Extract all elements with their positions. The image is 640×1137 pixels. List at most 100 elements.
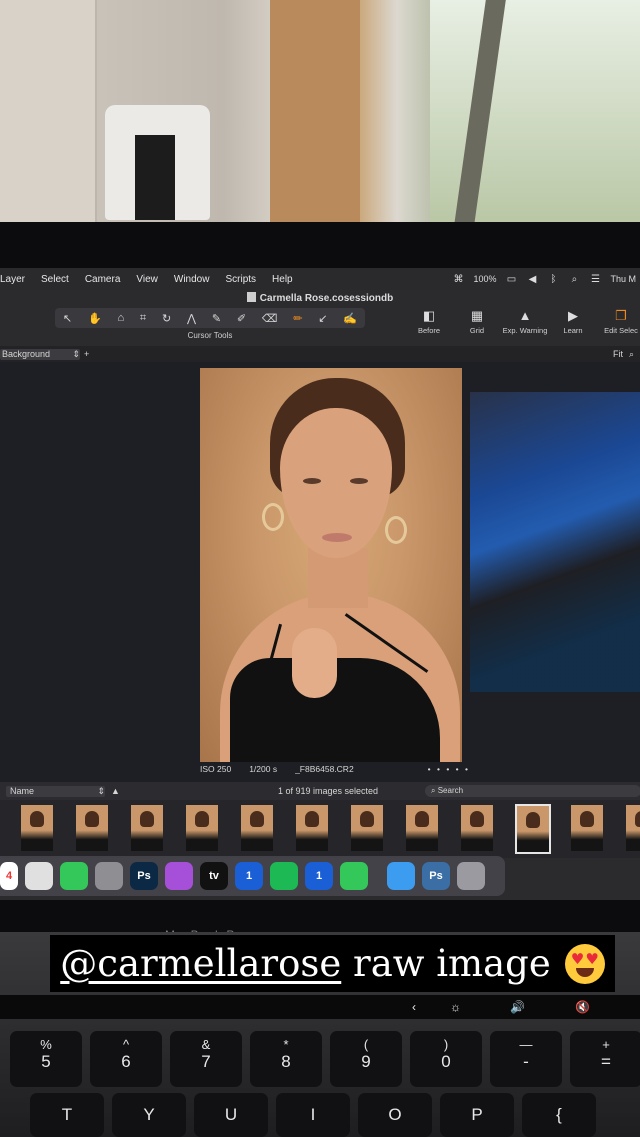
annotate-icon[interactable]: ✍: [343, 312, 357, 325]
dock-app-photoshop[interactable]: Ps: [130, 862, 158, 890]
dock-app-messages[interactable]: [60, 862, 88, 890]
layer-dropdown[interactable]: Background ⇕: [0, 348, 80, 360]
key-2[interactable]: & 7: [170, 1031, 242, 1087]
zoom-fit[interactable]: Fit: [613, 349, 623, 360]
shutter-value: 1/200 s: [249, 764, 278, 774]
key-4[interactable]: (9: [330, 1031, 402, 1087]
caption-text: raw image: [353, 942, 551, 985]
dock-app-apple-tv[interactable]: tv: [200, 862, 228, 890]
zoom-icon[interactable]: ⌕: [629, 349, 634, 360]
rating-dots[interactable]: • • • • •: [428, 764, 470, 774]
gradient-icon[interactable]: ↙: [318, 312, 327, 325]
filmstrip-thumbnail[interactable]: [515, 804, 551, 854]
extension-icon[interactable]: ⌘: [452, 274, 464, 285]
filmstrip-thumbnail[interactable]: [185, 804, 219, 852]
dock-app-chrome[interactable]: [25, 862, 53, 890]
search-icon[interactable]: ⌕: [568, 274, 580, 285]
dock-app-spotify[interactable]: [270, 862, 298, 890]
before-icon: ◧: [422, 308, 436, 323]
dock-app-photoshop-doc[interactable]: Ps: [422, 862, 450, 890]
volume-icon[interactable]: ◀: [526, 274, 538, 285]
menu-view[interactable]: View: [128, 274, 166, 285]
sort-dropdown[interactable]: Name ⇕: [6, 785, 105, 797]
key-row2[interactable]: {: [522, 1093, 596, 1137]
dock-app-facetime[interactable]: [340, 862, 368, 890]
key-5[interactable]: ) 0: [410, 1031, 482, 1087]
pen-icon[interactable]: ✏: [293, 312, 302, 325]
key-row2[interactable]: T: [30, 1093, 104, 1137]
loupe-icon[interactable]: ⌂: [117, 312, 124, 324]
menu-camera[interactable]: Camera: [77, 274, 129, 285]
menu-scripts[interactable]: Scripts: [217, 274, 264, 285]
key-0[interactable]: % 5: [10, 1031, 82, 1087]
filmstrip-thumbnail[interactable]: [295, 804, 329, 852]
add-layer-icon[interactable]: +: [84, 349, 89, 359]
menu-help[interactable]: Help: [264, 274, 301, 285]
filmstrip-thumbnail[interactable]: [20, 804, 54, 852]
rotate-icon[interactable]: ↻: [162, 312, 171, 325]
touchbar-brightness-icon[interactable]: ☼: [450, 1000, 461, 1014]
filmstrip-thumbnail[interactable]: [75, 804, 109, 852]
dock-app-finder-folder[interactable]: [387, 862, 415, 890]
sort-direction-icon[interactable]: ▲: [111, 786, 120, 796]
menu-layer[interactable]: Layer: [0, 274, 33, 285]
filmstrip-thumbnail[interactable]: [350, 804, 384, 852]
menu-select[interactable]: Select: [33, 274, 77, 285]
key-row2[interactable]: P: [440, 1093, 514, 1137]
filmstrip-thumbnail[interactable]: [240, 804, 274, 852]
menu-window[interactable]: Window: [166, 274, 218, 285]
exp-warning-button[interactable]: ▲ Exp. Warning: [503, 308, 548, 335]
bluetooth-icon[interactable]: ᛒ: [547, 274, 559, 285]
select-icon[interactable]: ↖: [63, 312, 72, 325]
key-1[interactable]: ^ 6: [90, 1031, 162, 1087]
battery-percent: 100%: [473, 274, 497, 284]
filmstrip-thumbnail[interactable]: [405, 804, 439, 852]
edit-selected-button[interactable]: ❐ Edit Selec: [602, 308, 640, 335]
brush-icon[interactable]: ✐: [237, 312, 246, 325]
warning-icon: ▲: [518, 308, 532, 323]
learn-button[interactable]: ▶ Learn: [554, 308, 592, 335]
clock: Thu M: [610, 274, 636, 284]
dock-app-podcasts[interactable]: [165, 862, 193, 890]
laptop-screen: Layer Select Camera View Window Scripts …: [0, 268, 640, 900]
dock-app-calendar[interactable]: 4: [0, 862, 18, 890]
keystone-icon[interactable]: ⋀: [187, 312, 196, 325]
portrait-photo[interactable]: [200, 368, 462, 762]
pan-icon[interactable]: ✋: [88, 312, 102, 325]
picker-icon[interactable]: ✎: [212, 312, 221, 325]
key-row2[interactable]: U: [194, 1093, 268, 1137]
grid-icon: ▦: [470, 308, 484, 323]
room-background: [0, 0, 640, 225]
erase-icon[interactable]: ⌫: [262, 312, 278, 325]
key-3[interactable]: * 8: [250, 1031, 322, 1087]
filmstrip-thumbnail[interactable]: [570, 804, 604, 852]
edit-selected-icon: ❐: [615, 308, 627, 323]
dock-app-settings[interactable]: [95, 862, 123, 890]
dock-app-1password[interactable]: 1: [235, 862, 263, 890]
touchbar-volume-icon[interactable]: 🔊: [510, 1000, 525, 1014]
view-tools: ◧ Before ▦ Grid ▲ Exp. Warning ▶ Learn ❐ Edit…: [410, 308, 640, 335]
filmstrip-thumbnail[interactable]: [130, 804, 164, 852]
control-center-icon[interactable]: ☰: [589, 274, 601, 285]
search-input[interactable]: ⌕ Search: [425, 785, 640, 797]
key-7[interactable]: + =: [570, 1031, 640, 1087]
document-title: Carmella Rose.cosessiondb: [259, 293, 394, 304]
grid-button[interactable]: ▦ Grid: [458, 308, 496, 335]
key-row2[interactable]: Y: [112, 1093, 186, 1137]
key-6[interactable]: — -: [490, 1031, 562, 1087]
before-button[interactable]: ◧ Before: [410, 308, 448, 335]
crop-icon[interactable]: ⌗: [140, 312, 146, 325]
filmstrip-thumbnail[interactable]: [460, 804, 494, 852]
closet-door: [0, 0, 97, 225]
touchbar-collapse-icon[interactable]: ‹: [412, 1000, 416, 1014]
filmstrip-thumbnail[interactable]: [625, 804, 640, 852]
battery-icon[interactable]: ▭: [505, 274, 517, 285]
key-row2[interactable]: O: [358, 1093, 432, 1137]
dock-app-1password-2[interactable]: 1: [305, 862, 333, 890]
touchbar-mute-icon[interactable]: 🔇: [575, 1000, 590, 1014]
key-row2[interactable]: I: [276, 1093, 350, 1137]
search-icon: ⌕: [431, 786, 438, 795]
caption-handle[interactable]: @carmellarose: [60, 942, 341, 985]
iso-value: ISO 250: [200, 764, 232, 774]
dock-app-trash[interactable]: [457, 862, 485, 890]
